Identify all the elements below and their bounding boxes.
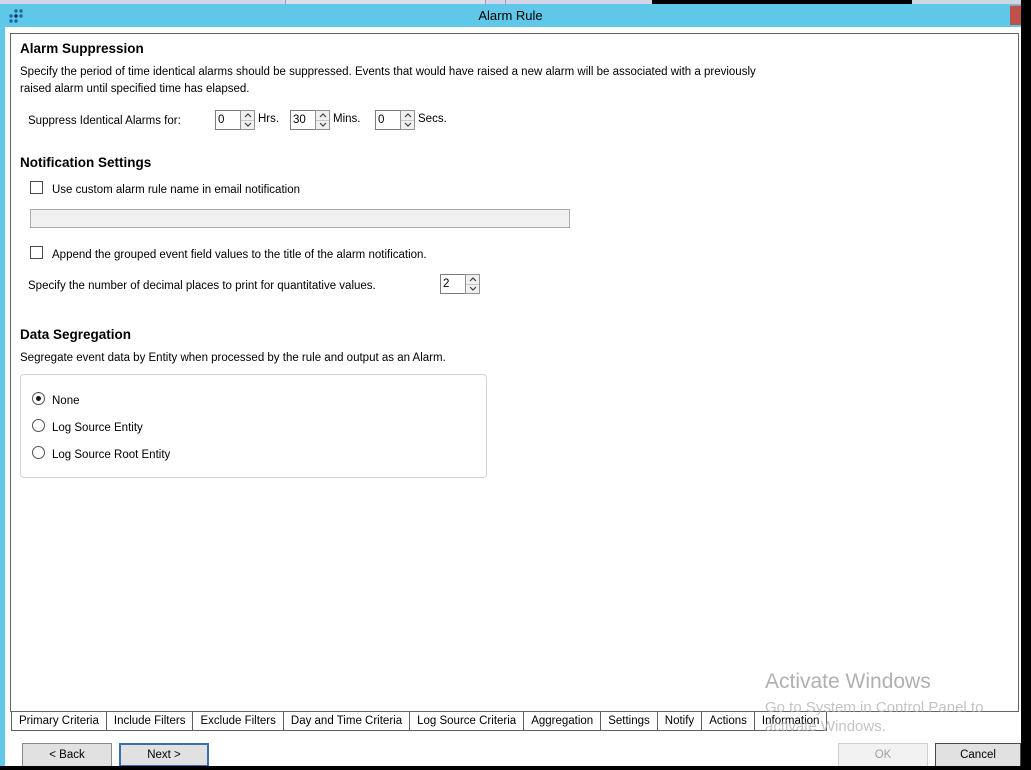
seconds-spin-down-icon[interactable]: [401, 121, 414, 130]
radio-none[interactable]: [32, 392, 45, 405]
radio-log-source-root-entity-label[interactable]: Log Source Root Entity: [52, 447, 170, 464]
tab-notify[interactable]: Notify: [658, 712, 702, 731]
tab-primary-criteria[interactable]: Primary Criteria: [11, 712, 107, 731]
close-button[interactable]: [1010, 5, 1021, 25]
minutes-input[interactable]: [290, 110, 315, 130]
screen-bottom-edge: [0, 766, 1031, 770]
use-custom-name-checkbox[interactable]: [30, 181, 43, 194]
decimal-places-label: Specify the number of decimal places to …: [28, 278, 376, 295]
seconds-spin-buttons: [400, 110, 415, 130]
minutes-spin-up-icon[interactable]: [316, 111, 329, 121]
hours-spin-up-icon[interactable]: [241, 111, 254, 121]
tab-exclude-filters[interactable]: Exclude Filters: [193, 712, 283, 731]
alarm-suppression-description: Specify the period of time identical ala…: [20, 64, 768, 97]
tab-settings[interactable]: Settings: [601, 712, 658, 731]
window-left-border: [0, 4, 5, 766]
hours-spin-buttons: [240, 110, 255, 130]
seconds-unit-label: Secs.: [418, 113, 447, 125]
data-segregation-heading: Data Segregation: [20, 327, 131, 342]
decimal-places-spinner: [440, 274, 480, 294]
decimal-spin-buttons: [465, 274, 480, 294]
decimal-spin-up-icon[interactable]: [466, 275, 479, 285]
tab-information[interactable]: Information: [755, 712, 828, 731]
settings-tab-page: [10, 33, 1019, 712]
seconds-spin-up-icon[interactable]: [401, 111, 414, 121]
radio-log-source-entity[interactable]: [32, 419, 45, 432]
minutes-spin-buttons: [315, 110, 330, 130]
tab-day-and-time-criteria[interactable]: Day and Time Criteria: [284, 712, 410, 731]
use-custom-name-label[interactable]: Use custom alarm rule name in email noti…: [52, 182, 300, 199]
tab-log-source-criteria[interactable]: Log Source Criteria: [410, 712, 524, 731]
cancel-button[interactable]: Cancel: [935, 743, 1021, 767]
minutes-spin-down-icon[interactable]: [316, 121, 329, 130]
app-logo-icon: [8, 7, 26, 25]
minutes-spinner: [290, 110, 330, 130]
alarm-rule-dialog: Alarm Rule Alarm Suppression Specify the…: [0, 0, 1031, 770]
hours-spin-down-icon[interactable]: [241, 121, 254, 130]
notification-settings-heading: Notification Settings: [20, 155, 151, 170]
window-title: Alarm Rule: [478, 8, 542, 23]
custom-name-input: [30, 209, 570, 228]
suppress-identical-label: Suppress Identical Alarms for:: [28, 113, 181, 130]
hours-spinner: [215, 110, 255, 130]
screen-right-edge: [1021, 0, 1031, 770]
seconds-spinner: [375, 110, 415, 130]
radio-log-source-root-entity[interactable]: [32, 446, 45, 459]
append-grouped-checkbox[interactable]: [30, 246, 43, 259]
data-segregation-description: Segregate event data by Entity when proc…: [20, 350, 446, 367]
tab-aggregation[interactable]: Aggregation: [524, 712, 601, 731]
next-button[interactable]: Next >: [119, 743, 209, 767]
tab-include-filters[interactable]: Include Filters: [107, 712, 194, 731]
decimal-spin-down-icon[interactable]: [466, 285, 479, 294]
radio-log-source-entity-label[interactable]: Log Source Entity: [52, 420, 143, 437]
append-grouped-label[interactable]: Append the grouped event field values to…: [52, 247, 427, 264]
back-button[interactable]: < Back: [22, 743, 112, 767]
seconds-input[interactable]: [375, 110, 400, 130]
minutes-unit-label: Mins.: [333, 113, 360, 125]
tab-actions[interactable]: Actions: [702, 712, 755, 731]
tab-strip: Primary Criteria Include Filters Exclude…: [11, 712, 827, 731]
ok-button[interactable]: OK: [838, 743, 928, 767]
hours-input[interactable]: [215, 110, 240, 130]
hours-unit-label: Hrs.: [258, 113, 279, 125]
decimal-places-input[interactable]: [440, 274, 465, 294]
radio-none-label[interactable]: None: [52, 393, 80, 410]
titlebar: Alarm Rule: [0, 4, 1021, 27]
alarm-suppression-heading: Alarm Suppression: [20, 41, 144, 56]
